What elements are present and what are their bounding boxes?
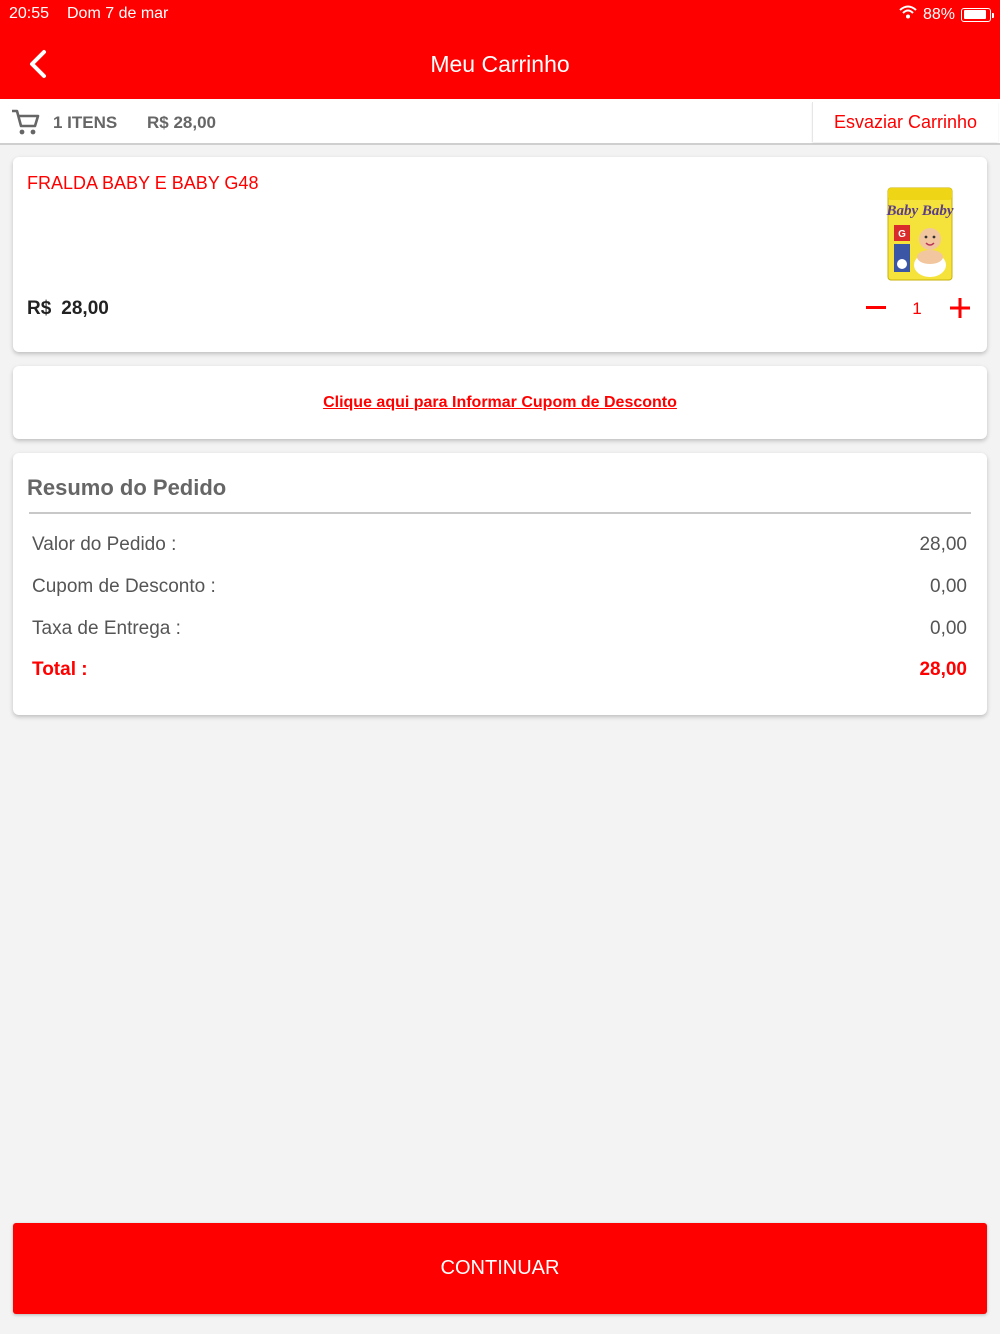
status-indicators: 88% [899,5,994,24]
cart-summary-bar: 1 ITENS R$ 28,00 Esvaziar Carrinho [0,99,1000,145]
svg-text:G: G [898,229,906,240]
cart-item-card: FRALDA BABY E BABY G48 G Baby Baby R$ 28,… [13,157,987,352]
coupon-card: Clique aqui para Informar Cupom de Desco… [13,366,987,439]
plus-icon [950,298,970,318]
decrease-quantity-button[interactable] [863,293,889,323]
wifi-icon [899,5,917,24]
summary-divider [29,512,971,514]
coupon-link[interactable]: Clique aqui para Informar Cupom de Desco… [323,394,677,412]
product-image-brand: Baby Baby [886,203,954,219]
total-label: Total : [32,659,88,680]
total-value: 28,00 [919,659,967,680]
quantity-value: 1 [912,299,922,318]
product-price-currency: R$ [27,298,52,319]
product-image[interactable]: G Baby Baby [885,187,954,281]
minus-icon [866,306,886,309]
status-time: 20:55 [9,5,50,22]
summary-row-label: Cupom de Desconto : [32,576,216,597]
navigation-bar: Meu Carrinho [0,28,1000,99]
product-price-value: 28,00 [61,298,109,319]
product-price: R$ 28,00 [27,298,109,320]
summary-row-label: Valor do Pedido : [32,534,177,555]
continue-button[interactable]: CONTINUAR [13,1223,987,1314]
battery-level [963,10,986,19]
summary-row-delivery-fee: Taxa de Entrega : 0,00 [32,618,967,640]
summary-row-discount: Cupom de Desconto : 0,00 [32,576,967,598]
status-bar: 20:55 Dom 7 de mar 88% [0,0,1000,28]
summary-row-value: 0,00 [930,618,967,639]
cart-items-count: 1 ITENS [53,113,118,132]
summary-row-label: Taxa de Entrega : [32,618,181,639]
increase-quantity-button[interactable] [947,293,973,323]
battery-percentage: 88% [922,5,955,23]
summary-row-value: 0,00 [930,576,967,597]
cart-icon [10,107,40,142]
summary-row-order-value: Valor do Pedido : 28,00 [32,534,967,556]
cart-total: R$ 28,00 [147,113,216,132]
empty-cart-button[interactable]: Esvaziar Carrinho [812,102,998,142]
battery-icon [961,7,994,22]
page-title: Meu Carrinho [430,51,570,77]
summary-row-value: 28,00 [919,534,967,555]
summary-row-total: Total : 28,00 [32,659,967,681]
order-summary-title: Resumo do Pedido [27,475,227,500]
status-date: Dom 7 de mar [67,5,169,22]
product-name: FRALDA BABY E BABY G48 [27,173,259,193]
order-summary-card: Resumo do Pedido Valor do Pedido : 28,00… [13,453,987,715]
